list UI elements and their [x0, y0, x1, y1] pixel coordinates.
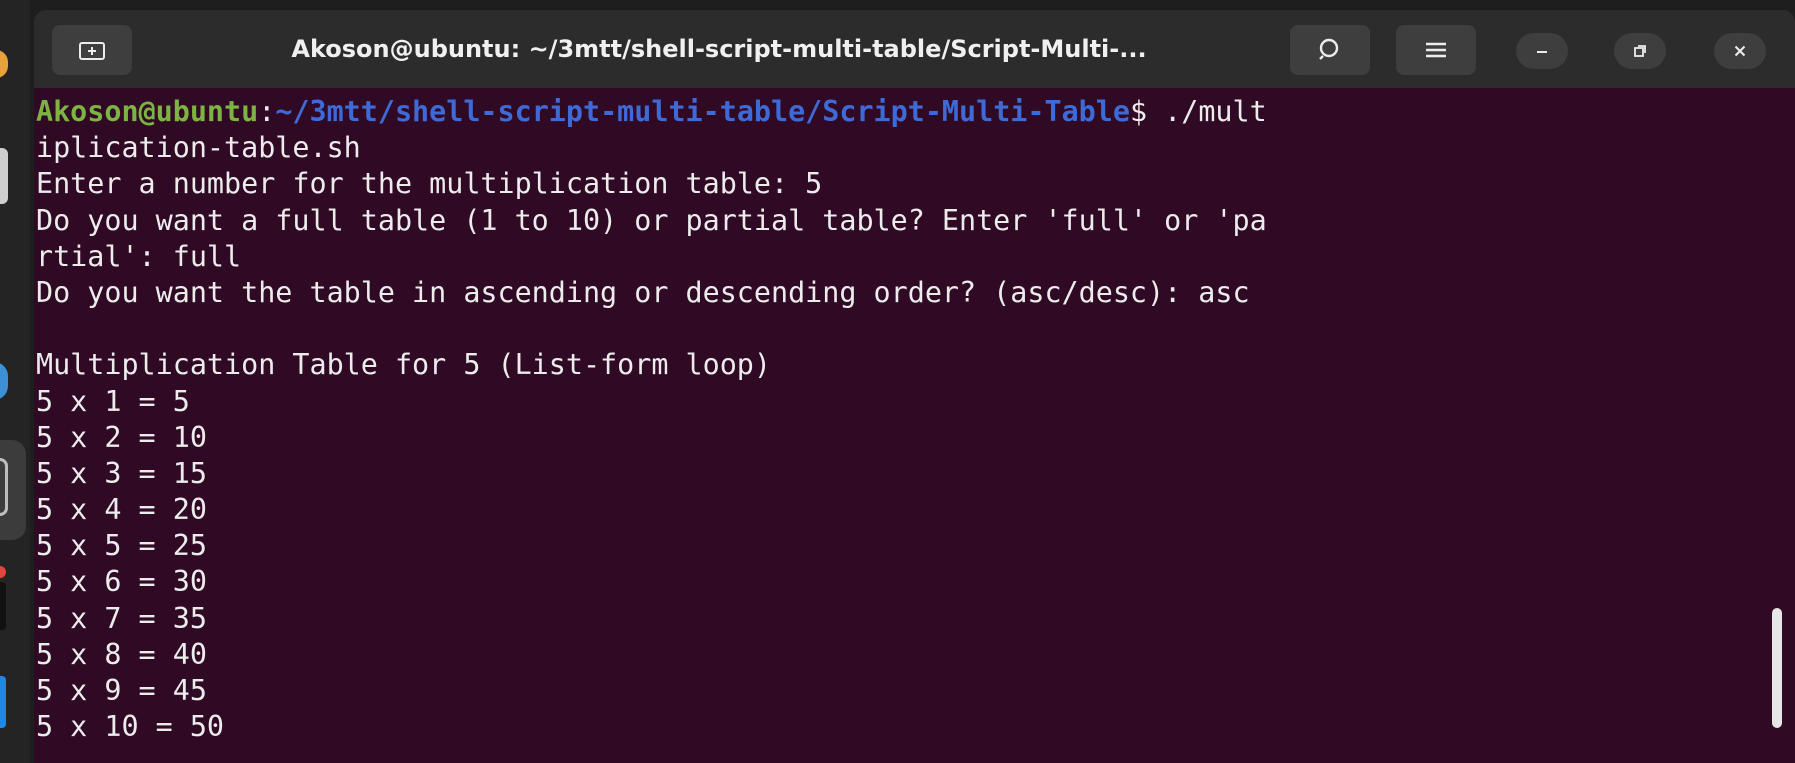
output-line: 5 x 4 = 20	[36, 493, 207, 527]
output-line: 5 x 10 = 50	[36, 710, 225, 744]
maximize-button[interactable]	[1614, 33, 1666, 69]
new-tab-icon	[79, 42, 105, 60]
output-line: 5 x 9 = 45	[36, 674, 207, 707]
output-line: 5 x 1 = 5	[36, 384, 190, 418]
output-line: 5 x 2 = 10	[36, 420, 207, 454]
prompt-user-host: Akoson@ubuntu	[36, 95, 259, 128]
output-line: Multiplication Table for 5 (List-form lo…	[36, 348, 771, 382]
output-line: Enter a number for the multiplication ta…	[36, 167, 823, 201]
output-line: iplication-table.sh	[36, 131, 361, 165]
title-bar: Akoson@ubuntu: ~/3mtt/shell-script-multi…	[34, 10, 1795, 88]
terminal-output[interactable]: Akoson@ubuntu:~/3mtt/shell-script-multi-…	[34, 88, 1795, 763]
app-dock-icon[interactable]	[0, 362, 8, 400]
output-line: 5 x 6 = 30	[36, 565, 207, 599]
prompt-path: ~/3mtt/shell-script-multi-table/Script-M…	[275, 95, 1130, 128]
prompt-colon: :	[258, 95, 276, 128]
app-dock-icon[interactable]	[0, 582, 6, 630]
output-line: rtial': full	[36, 239, 242, 273]
terminal-window: Akoson@ubuntu: ~/3mtt/shell-script-multi…	[34, 10, 1795, 763]
search-icon	[1319, 38, 1339, 60]
minimize-button[interactable]	[1516, 33, 1568, 69]
notification-dot-icon	[0, 566, 6, 578]
terminal-dock-icon[interactable]	[0, 458, 8, 516]
output-line: 5 x 7 = 35	[36, 601, 207, 635]
app-dock-icon[interactable]	[0, 676, 6, 728]
files-dock-icon[interactable]	[0, 148, 8, 204]
output-line: Do you want the table in ascending or de…	[36, 275, 1250, 309]
hamburger-menu-icon	[1426, 42, 1446, 58]
window-title: Akoson@ubuntu: ~/3mtt/shell-script-multi…	[291, 35, 1147, 63]
output-line: 5 x 8 = 40	[36, 637, 207, 671]
minimize-icon	[1537, 51, 1547, 53]
output-line: 5 x 3 = 15	[36, 456, 207, 490]
close-button[interactable]	[1714, 33, 1766, 69]
prompt-dollar: $	[1129, 95, 1165, 128]
close-icon	[1734, 45, 1746, 57]
search-button[interactable]	[1290, 25, 1370, 75]
firefox-dock-icon[interactable]	[0, 50, 8, 78]
restore-icon	[1634, 45, 1646, 57]
ubuntu-dock	[0, 0, 30, 763]
scrollbar-thumb[interactable]	[1772, 608, 1782, 728]
output-line: Do you want a full table (1 to 10) or pa…	[36, 203, 1267, 237]
output-line: 5 x 5 = 25	[36, 529, 207, 563]
prompt-line: Akoson@ubuntu:~/3mtt/shell-script-multi-…	[36, 94, 1795, 130]
command-text: ./mult	[1164, 95, 1267, 128]
menu-button[interactable]	[1396, 25, 1476, 75]
new-tab-button[interactable]	[52, 25, 132, 75]
